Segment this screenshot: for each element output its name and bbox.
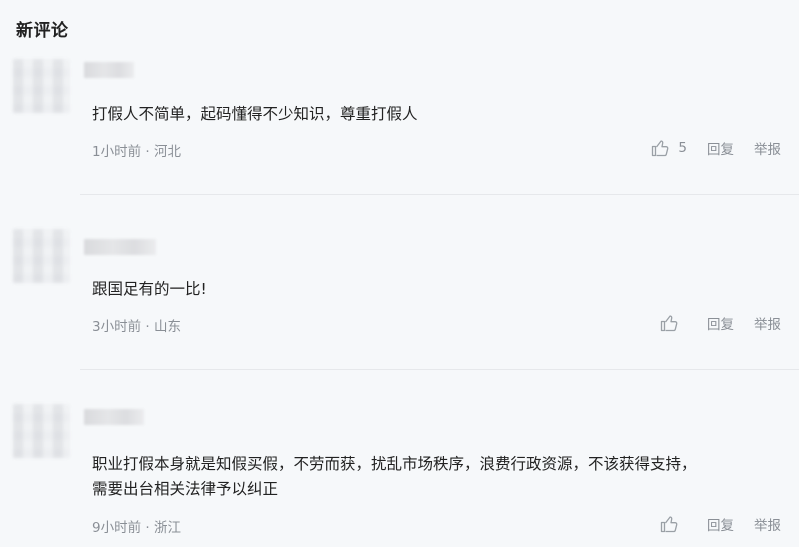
avatar[interactable] [13,404,70,458]
like-button[interactable] [659,514,687,534]
comment-location: 山东 [153,319,181,335]
section-title: 新评论 [16,21,69,41]
reply-button[interactable]: 回复 [707,514,734,534]
thumbs-up-icon [660,315,678,332]
like-count: 5 [678,140,687,156]
meta-separator: · [145,144,150,160]
comment-meta: 3小时前 · 山东 [92,315,181,335]
comment-text-line: 职业打假本身就是知假买假，不劳而获，扰乱市场秩序，浪费行政资源，不该获得支持， [92,455,697,473]
username-redacted[interactable] [84,239,156,255]
comment-text: 打假人不简单，起码懂得不少知识，尊重打假人 [92,102,782,127]
report-button[interactable]: 举报 [754,313,781,333]
avatar[interactable] [13,229,70,283]
comment-section: 新评论 打假人不简单，起码懂得不少知识，尊重打假人 1小时前 · 河北 5 回复… [0,0,799,547]
divider [80,369,799,370]
report-button[interactable]: 举报 [754,514,781,534]
comment-time: 1小时前 [92,144,142,160]
meta-separator: · [145,319,150,335]
report-button[interactable]: 举报 [754,138,781,158]
comment-time: 3小时前 [92,319,142,335]
comment-text: 职业打假本身就是知假买假，不劳而获，扰乱市场秩序，浪费行政资源，不该获得支持， … [92,452,782,502]
comment-actions: 回复 举报 [659,313,781,333]
comment-location: 浙江 [153,520,181,536]
comment-text-line: 需要出台相关法律予以纠正 [92,480,279,498]
meta-separator: · [145,520,150,536]
comment-actions: 回复 举报 [659,514,781,534]
username-redacted[interactable] [84,409,144,425]
thumbs-up-icon [652,140,669,157]
thumbs-up-icon [660,516,678,533]
comment-text-line: 跟国足有的一比! [92,280,207,298]
reply-button[interactable]: 回复 [707,313,734,333]
comment-text-line: 打假人不简单，起码懂得不少知识，尊重打假人 [92,105,418,123]
reply-button[interactable]: 回复 [707,138,734,158]
comment-meta: 1小时前 · 河北 [92,140,181,160]
avatar[interactable] [13,59,70,113]
comment-meta: 9小时前 · 浙江 [92,516,181,536]
comment-time: 9小时前 [92,520,142,536]
username-redacted[interactable] [84,62,134,78]
comment-actions: 5 回复 举报 [650,138,781,158]
like-button[interactable] [659,313,687,333]
comment-text: 跟国足有的一比! [92,277,782,302]
comment-location: 河北 [153,144,181,160]
divider [80,194,799,195]
like-button[interactable]: 5 [650,138,687,158]
